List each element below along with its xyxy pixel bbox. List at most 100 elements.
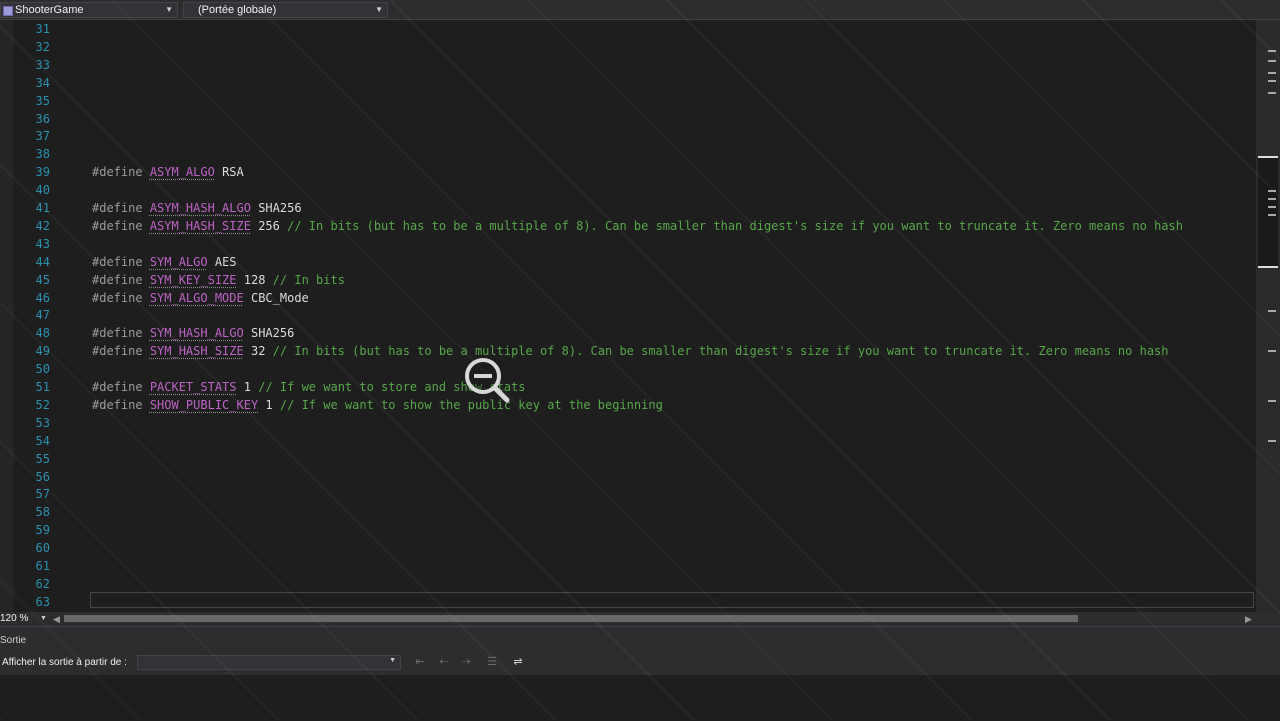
code-line[interactable]: 59 xyxy=(0,521,1256,539)
code-line[interactable]: 54 xyxy=(0,432,1256,450)
code-line[interactable]: 52 #define SHOW_PUBLIC_KEY 1 // If we wan… xyxy=(0,396,1256,414)
scroll-right-icon[interactable]: ▶ xyxy=(1245,612,1252,626)
code-line[interactable]: 44 #define SYM_ALGO AES xyxy=(0,253,1256,271)
macro-value: 1 xyxy=(243,380,251,394)
line-number: 54 xyxy=(35,433,50,448)
zoom-level[interactable]: 120 % xyxy=(0,612,40,626)
chevron-down-icon: ▼ xyxy=(375,5,383,14)
code-line[interactable]: 53 xyxy=(0,414,1256,432)
code-text: #define SYM_HASH_SIZE 32 // In bits (but… xyxy=(92,342,1169,360)
map-marker xyxy=(1268,440,1276,442)
code-text: #define SYM_ALGO_MODE CBC_Mode xyxy=(92,289,309,307)
code-comment: // In bits (but has to be a multiple of … xyxy=(272,344,1169,359)
code-line[interactable]: 37 xyxy=(0,127,1256,145)
scope-dropdown-value: (Portée globale) xyxy=(198,4,277,16)
preprocessor-keyword: #define xyxy=(92,272,143,287)
code-editor[interactable]: 31 32 33 34 35 36 37 38 39 #define ASYM_ALGO RSA 4… xyxy=(0,20,1280,612)
code-text: #define SHOW_PUBLIC_KEY 1 // If we want … xyxy=(92,396,663,414)
macro-value: 1 xyxy=(265,397,273,412)
line-number: 47 xyxy=(35,308,50,323)
map-marker xyxy=(1268,198,1276,200)
code-line[interactable]: 55 xyxy=(0,450,1256,468)
code-line[interactable]: 40 xyxy=(0,181,1256,199)
code-line[interactable]: 39 #define ASYM_ALGO RSA xyxy=(0,163,1256,181)
code-line[interactable]: 60 xyxy=(0,539,1256,557)
code-text: #define ASYM_HASH_ALGO SHA256 xyxy=(92,199,302,217)
chevron-down-icon[interactable]: ▼ xyxy=(40,612,47,626)
macro-name: SYM_ALGO xyxy=(149,254,208,269)
map-marker xyxy=(1268,92,1276,94)
code-text: #define SYM_HASH_ALGO SHA256 xyxy=(92,324,294,342)
macro-value: AES xyxy=(214,254,237,269)
clear-all-icon[interactable]: ☰ xyxy=(484,655,500,670)
preprocessor-keyword: #define xyxy=(92,165,143,180)
map-marker xyxy=(1268,190,1276,192)
code-line[interactable]: 31 xyxy=(0,20,1256,38)
macro-value: 32 xyxy=(250,344,266,359)
line-number: 40 xyxy=(35,183,50,198)
macro-name: SYM_KEY_SIZE xyxy=(149,272,237,287)
code-line[interactable]: 35 xyxy=(0,92,1256,110)
word-wrap-icon[interactable]: ⇌ xyxy=(510,655,526,670)
code-line[interactable]: 58 xyxy=(0,503,1256,521)
code-line[interactable]: 42 #define ASYM_HASH_SIZE 256 // In bits … xyxy=(0,217,1256,235)
code-text: #define SYM_ALGO AES xyxy=(92,253,237,271)
code-line[interactable]: 46 #define SYM_ALGO_MODE CBC_Mode xyxy=(0,289,1256,307)
line-number: 38 xyxy=(35,147,50,162)
scope-dropdown[interactable]: (Portée globale) ▼ xyxy=(183,2,388,18)
code-line[interactable]: 41 #define ASYM_HASH_ALGO SHA256 xyxy=(0,199,1256,217)
next-message-icon[interactable]: ⇢ xyxy=(458,655,474,670)
map-marker xyxy=(1268,80,1276,82)
find-message-icon[interactable]: ⇤ xyxy=(412,655,428,670)
code-line[interactable]: 47 xyxy=(0,306,1256,324)
code-line[interactable]: 56 xyxy=(0,468,1256,486)
line-number: 32 xyxy=(35,39,50,54)
line-number: 43 xyxy=(35,236,50,251)
project-dropdown-value: ShooterGame xyxy=(15,4,84,16)
line-number: 45 xyxy=(35,272,50,287)
code-line[interactable]: 57 xyxy=(0,485,1256,503)
output-text-area[interactable] xyxy=(0,675,1280,721)
line-number: 61 xyxy=(35,559,50,573)
output-source-dropdown[interactable]: ▼ xyxy=(137,655,401,670)
map-marker xyxy=(1268,206,1276,208)
line-number: 36 xyxy=(35,111,50,126)
scroll-left-icon[interactable]: ◀ xyxy=(53,612,60,626)
vertical-scrollbar[interactable] xyxy=(1256,20,1280,612)
code-line[interactable]: 43 xyxy=(0,235,1256,253)
code-line[interactable]: 45 #define SYM_KEY_SIZE 128 // In bits xyxy=(0,271,1256,289)
preprocessor-keyword: #define xyxy=(92,290,143,305)
code-line[interactable]: 34 xyxy=(0,74,1256,92)
code-line[interactable]: 32 xyxy=(0,38,1256,56)
line-number: 42 xyxy=(35,218,50,233)
code-line[interactable]: 38 xyxy=(0,145,1256,163)
line-number: 48 xyxy=(35,326,50,341)
code-line[interactable]: 62 xyxy=(0,575,1256,593)
code-line[interactable]: 51 #define PACKET_STATS 1 // If we want t… xyxy=(0,378,1256,396)
macro-name: ASYM_HASH_ALGO xyxy=(149,201,251,215)
line-number: 39 xyxy=(35,165,50,180)
code-comment: // In bits (but has to be a multiple of … xyxy=(287,218,1183,233)
horizontal-scrollbar-thumb[interactable] xyxy=(64,615,1078,622)
macro-name: SYM_HASH_SIZE xyxy=(149,344,244,359)
line-number: 52 xyxy=(35,397,50,412)
project-icon xyxy=(3,6,13,16)
code-line[interactable]: 49 #define SYM_HASH_SIZE 32 // In bits (b… xyxy=(0,342,1256,360)
line-number: 44 xyxy=(35,254,50,269)
code-line[interactable]: 50 xyxy=(0,360,1256,378)
code-line[interactable]: 33 xyxy=(0,56,1256,74)
macro-value: SHA256 xyxy=(250,326,295,341)
code-line[interactable]: 61 xyxy=(0,557,1256,575)
previous-message-icon[interactable]: ⇠ xyxy=(436,655,452,670)
vertical-scrollbar-thumb[interactable] xyxy=(1258,156,1278,268)
project-dropdown[interactable]: ShooterGame ▼ xyxy=(0,2,178,18)
line-number: 63 xyxy=(35,594,50,609)
code-line[interactable]: 36 xyxy=(0,110,1256,128)
line-number: 55 xyxy=(35,451,50,466)
macro-name: SHOW_PUBLIC_KEY xyxy=(149,397,259,412)
code-line[interactable]: 48 #define SYM_HASH_ALGO SHA256 xyxy=(0,324,1256,342)
line-number: 34 xyxy=(35,75,50,90)
line-number: 53 xyxy=(35,415,50,430)
map-marker xyxy=(1268,214,1276,216)
preprocessor-keyword: #define xyxy=(92,326,143,341)
